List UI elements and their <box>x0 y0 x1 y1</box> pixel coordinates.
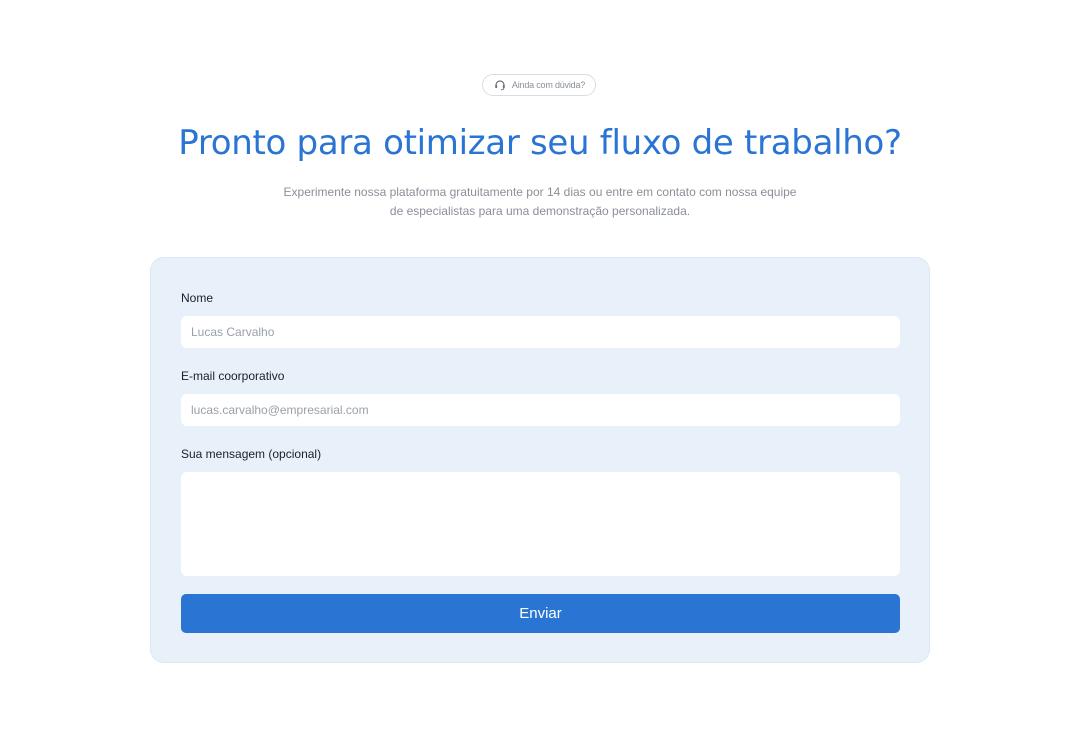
help-badge[interactable]: Ainda com dúvida? <box>482 74 596 96</box>
name-label: Nome <box>181 291 214 305</box>
page-title: Pronto para otimizar seu fluxo de trabal… <box>178 123 902 163</box>
page-subtitle: Experimente nossa plataforma gratuitamen… <box>270 183 810 221</box>
message-textarea[interactable] <box>181 472 900 576</box>
submit-button[interactable]: Enviar <box>181 594 900 633</box>
email-input[interactable] <box>181 394 900 426</box>
headset-icon <box>493 78 507 92</box>
email-label: E-mail coorporativo <box>181 369 285 383</box>
name-input[interactable] <box>181 316 900 348</box>
message-label: Sua mensagem (opcional) <box>181 447 322 461</box>
subtitle-line-1: Experimente nossa plataforma gratuitamen… <box>283 185 797 199</box>
contact-form-card: Nome E-mail coorporativo Sua mensagem (o… <box>150 257 930 663</box>
subtitle-line-2: de especialistas para uma demonstração p… <box>389 204 691 218</box>
contact-page: Ainda com dúvida? Pronto para otimizar s… <box>0 0 1080 738</box>
help-badge-label: Ainda com dúvida? <box>511 80 586 90</box>
